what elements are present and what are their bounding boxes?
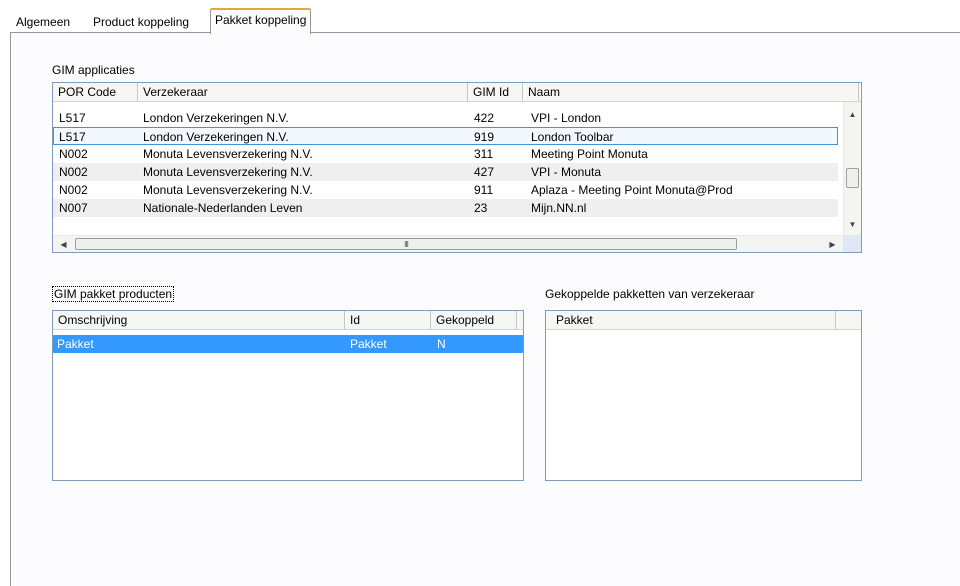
cell-id: Pakket [350, 337, 387, 351]
column-header-naam[interactable]: Naam [523, 83, 861, 101]
gim-pakket-producten-label: GIM pakket producten [52, 286, 175, 302]
cell-por-code: N002 [59, 147, 88, 161]
scroll-right-arrow-icon[interactable]: ▶ [824, 236, 841, 252]
cell-gekoppeld: N [437, 337, 446, 351]
gekoppelde-pakketten-list[interactable]: Pakket [545, 310, 862, 481]
table-row[interactable]: N002 Monuta Levensverzekering N.V. 311 M… [53, 145, 838, 163]
column-header-por-code[interactable]: POR Code [53, 83, 140, 101]
gim-pakket-producten-list[interactable]: Omschrijving Id Gekoppeld Pakket Pakket … [52, 310, 524, 481]
cell-gim-id: 919 [474, 130, 495, 144]
cell-gim-id: 422 [474, 111, 495, 125]
cell-naam: Mijn.NN.nl [531, 201, 587, 215]
gim-applicaties-list[interactable]: POR Code Verzekeraar GIM Id Naam L517 Lo… [52, 82, 862, 253]
cell-verzekeraar: Monuta Levensverzekering N.V. [143, 165, 313, 179]
cell-gim-id: 911 [474, 183, 494, 197]
horizontal-scrollbar[interactable]: ◀ III ▶ [53, 235, 843, 252]
cell-por-code: N002 [59, 165, 88, 179]
cell-naam: VPI - London [531, 111, 602, 125]
column-header-id[interactable]: Id [345, 311, 433, 329]
column-header-gekoppeld[interactable]: Gekoppeld [431, 311, 519, 329]
gekoppelde-pakketten-label: Gekoppelde pakketten van verzekeraar [545, 287, 755, 301]
cell-por-code: L517 [59, 111, 86, 125]
tab-product-koppeling[interactable]: Product koppeling [89, 13, 193, 31]
column-header-gim-id[interactable]: GIM Id [468, 83, 525, 101]
scroll-up-arrow-icon[interactable]: ▲ [844, 106, 861, 123]
cell-verzekeraar: London Verzekeringen N.V. [143, 130, 289, 144]
gekoppelde-pakketten-header: Pakket [546, 311, 861, 330]
column-header-omschrijving[interactable]: Omschrijving [53, 311, 347, 329]
cell-por-code: N007 [59, 201, 88, 215]
tab-algemeen[interactable]: Algemeen [12, 13, 74, 31]
cell-gim-id: 311 [474, 147, 494, 161]
cell-naam: Aplaza - Meeting Point Monuta@Prod [531, 183, 733, 197]
cell-por-code: N002 [59, 183, 88, 197]
cell-naam: VPI - Monuta [531, 165, 602, 179]
cell-verzekeraar: London Verzekeringen N.V. [143, 111, 289, 125]
scroll-down-arrow-icon[interactable]: ▼ [844, 216, 861, 233]
cell-naam: Meeting Point Monuta [531, 147, 648, 161]
cell-gim-id: 23 [474, 201, 488, 215]
cell-verzekeraar: Nationale-Nederlanden Leven [143, 201, 303, 215]
table-row[interactable]: N002 Monuta Levensverzekering N.V. 911 A… [53, 181, 838, 199]
table-row[interactable]: N002 Monuta Levensverzekering N.V. 427 V… [53, 163, 838, 181]
tab-strip: Algemeen Product koppeling Pakket koppel… [0, 0, 960, 34]
table-row[interactable]: N007 Nationale-Nederlanden Leven 23 Mijn… [53, 199, 838, 217]
gim-applicaties-header: POR Code Verzekeraar GIM Id Naam [53, 83, 861, 102]
scroll-left-arrow-icon[interactable]: ◀ [55, 236, 72, 252]
gim-pakket-producten-header: Omschrijving Id Gekoppeld [53, 311, 523, 330]
scrollbar-corner [843, 235, 861, 252]
table-row-selected[interactable]: Pakket Pakket N [53, 335, 523, 353]
cell-por-code: L517 [59, 130, 86, 144]
table-row[interactable]: L517 London Verzekeringen N.V. 422 VPI -… [53, 109, 838, 127]
tab-pakket-koppeling[interactable]: Pakket koppeling [210, 8, 312, 34]
vertical-scrollbar[interactable]: ▲ ▼ [843, 102, 861, 235]
gim-applicaties-label: GIM applicaties [52, 63, 135, 77]
scroll-grip-icon: III [404, 239, 409, 249]
column-header-verzekeraar[interactable]: Verzekeraar [138, 83, 470, 101]
cell-gim-id: 427 [474, 165, 495, 179]
cell-naam: London Toolbar [531, 130, 614, 144]
cell-verzekeraar: Monuta Levensverzekering N.V. [143, 147, 313, 161]
cell-omschrijving: Pakket [57, 337, 94, 351]
cell-verzekeraar: Monuta Levensverzekering N.V. [143, 183, 313, 197]
vertical-scroll-thumb[interactable] [846, 168, 859, 188]
column-header-pakket[interactable]: Pakket [546, 311, 838, 329]
horizontal-scroll-thumb[interactable]: III [75, 238, 737, 250]
table-row-focused[interactable]: L517 London Verzekeringen N.V. 919 Londo… [53, 127, 838, 145]
